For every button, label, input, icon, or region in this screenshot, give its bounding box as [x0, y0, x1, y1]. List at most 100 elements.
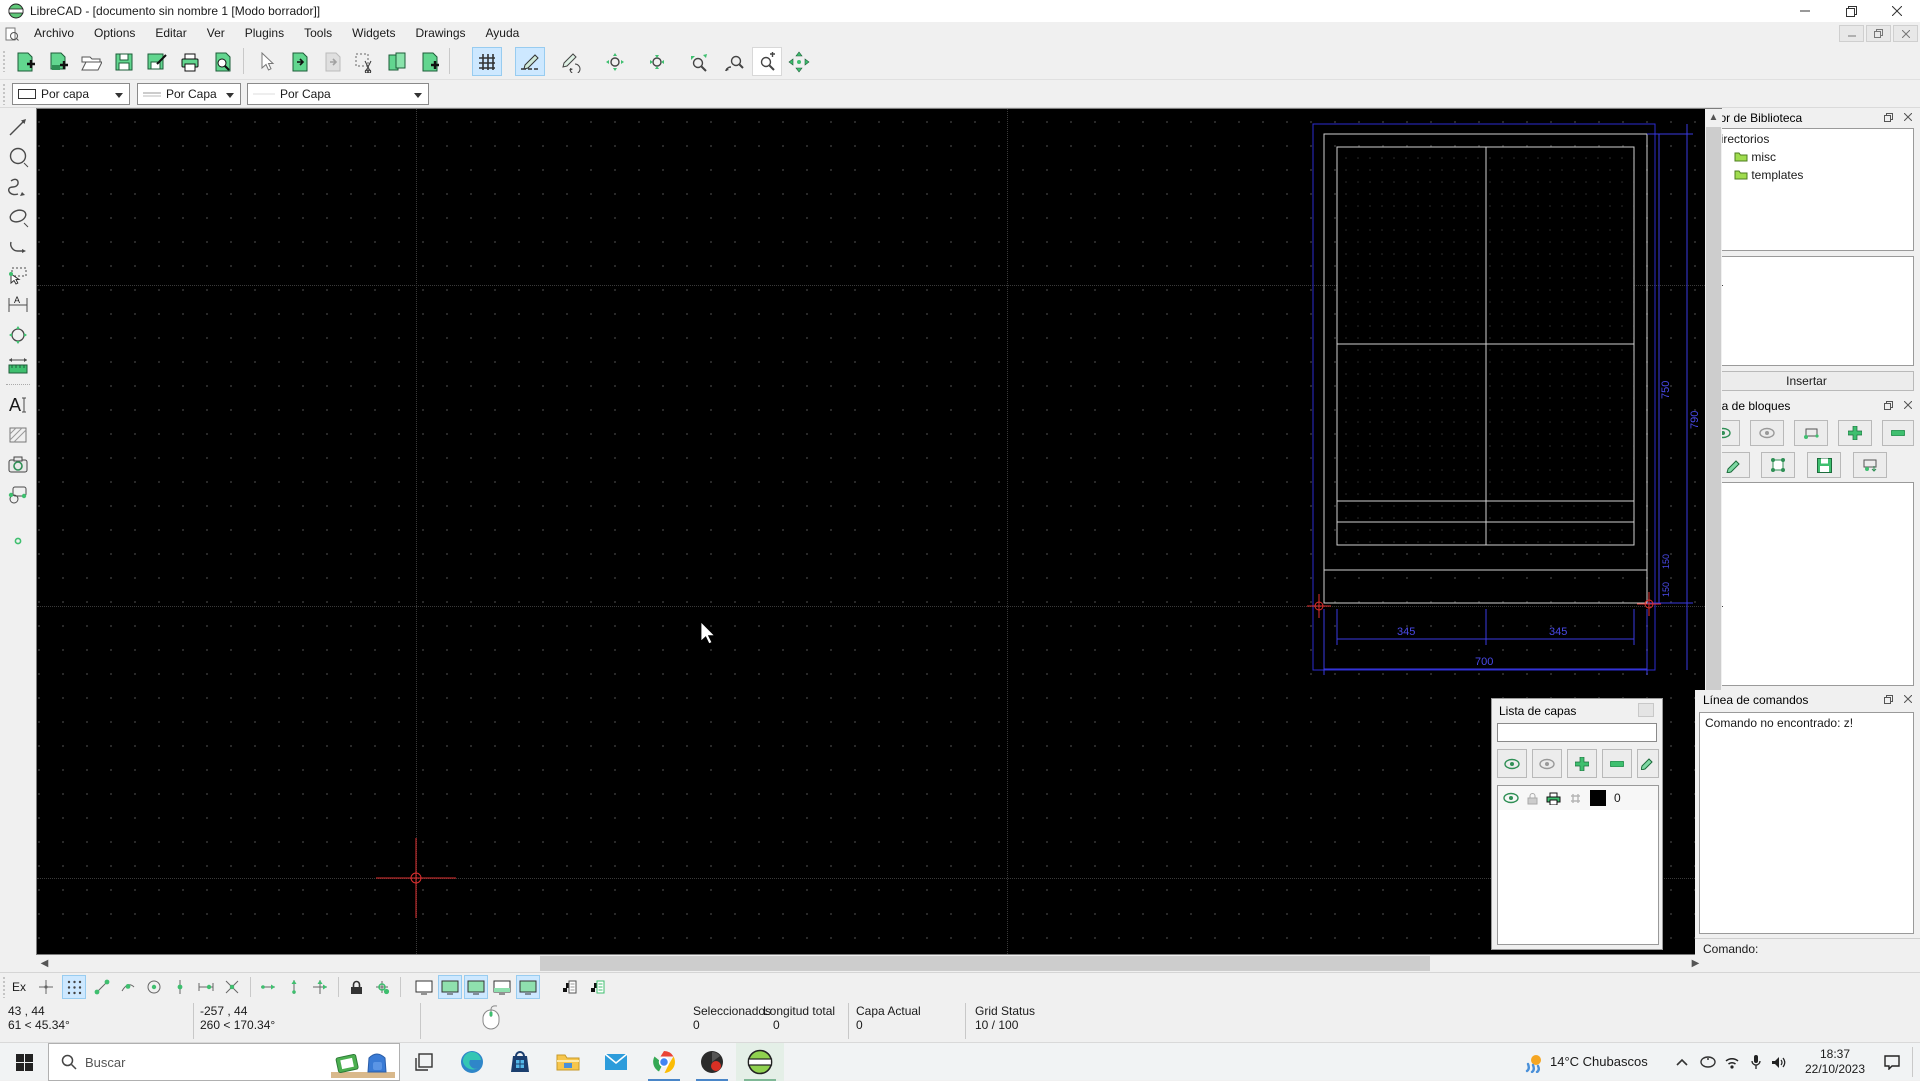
- minimize-button[interactable]: [1782, 0, 1828, 22]
- snap-endpoint-button[interactable]: [90, 975, 114, 999]
- layer-lock-icon[interactable]: [1527, 792, 1538, 805]
- block-rename-button[interactable]: [1882, 420, 1914, 446]
- block-close-button[interactable]: [1900, 398, 1916, 412]
- save-button[interactable]: [109, 47, 139, 76]
- print-preview-button[interactable]: [208, 47, 238, 76]
- tool-hatch-button[interactable]: [5, 422, 31, 448]
- layer-row[interactable]: 0: [1498, 786, 1658, 810]
- block-add-button[interactable]: [1794, 420, 1828, 446]
- menu-ver[interactable]: Ver: [197, 23, 235, 43]
- tray-microphone-icon[interactable]: [1746, 1052, 1766, 1072]
- duplicate-button[interactable]: [382, 47, 412, 76]
- toolbar-handle[interactable]: [2, 50, 6, 72]
- redraw-button[interactable]: [556, 47, 586, 76]
- library-insert-button[interactable]: Insertar: [1699, 371, 1914, 391]
- hscroll-thumb[interactable]: [540, 956, 1430, 971]
- restrict-horizontal-button[interactable]: [256, 975, 280, 999]
- menu-options[interactable]: Options: [84, 23, 145, 43]
- layer-print-icon[interactable]: [1546, 792, 1561, 805]
- toggle-dock-4-button[interactable]: [490, 975, 514, 999]
- zoom-window-button[interactable]: [752, 47, 782, 76]
- block-remove-button[interactable]: [1838, 420, 1872, 446]
- library-float-button[interactable]: [1880, 110, 1896, 124]
- block-insert-button[interactable]: [1853, 452, 1887, 478]
- insert-document-button[interactable]: [415, 47, 445, 76]
- menu-tools[interactable]: Tools: [294, 23, 342, 43]
- lock-relative-zero-button[interactable]: [344, 975, 368, 999]
- tray-chevron-icon[interactable]: [1672, 1052, 1692, 1072]
- tray-onedrive-icon[interactable]: [1698, 1052, 1718, 1072]
- remove-layer-button[interactable]: [1602, 749, 1632, 778]
- add-options-widget-button[interactable]: [584, 975, 608, 999]
- tool-line-button[interactable]: [5, 114, 31, 140]
- restrict-orthogonal-button[interactable]: [308, 975, 332, 999]
- block-list[interactable]: [1699, 482, 1914, 686]
- library-tree-item-misc[interactable]: misc: [1700, 146, 1913, 164]
- menu-editar[interactable]: Editar: [145, 23, 196, 43]
- tool-image-button[interactable]: [5, 452, 31, 478]
- library-tree[interactable]: directorios misc templates: [1699, 128, 1914, 251]
- search-box[interactable]: Buscar: [48, 1043, 400, 1081]
- restore-button[interactable]: [1828, 0, 1874, 22]
- command-history[interactable]: Comando no encontrado: z!: [1699, 712, 1914, 934]
- line-type-combobox[interactable]: Por Capa: [247, 83, 429, 105]
- snap-distance-button[interactable]: [194, 975, 218, 999]
- snap-exclusive-label[interactable]: Ex: [12, 980, 26, 994]
- snap-free-button[interactable]: [34, 975, 58, 999]
- taskbar-edge-button[interactable]: [448, 1043, 496, 1081]
- command-float-button[interactable]: [1880, 692, 1896, 706]
- search-highlight-graphic[interactable]: [331, 1048, 395, 1081]
- layers-show-all-button[interactable]: [1497, 749, 1527, 778]
- close-button[interactable]: [1874, 0, 1920, 22]
- pan-button[interactable]: [784, 47, 814, 76]
- snap-center-button[interactable]: [142, 975, 166, 999]
- new-from-template-button[interactable]: [43, 47, 73, 76]
- tool-circle-button[interactable]: [5, 144, 31, 170]
- print-button[interactable]: [175, 47, 205, 76]
- command-close-button[interactable]: [1900, 692, 1916, 706]
- tool-modify-button[interactable]: [5, 322, 31, 348]
- set-relative-zero-button[interactable]: [370, 975, 394, 999]
- color-combobox[interactable]: Por capa: [12, 83, 130, 105]
- save-as-button[interactable]: [142, 47, 172, 76]
- library-close-button[interactable]: [1900, 110, 1916, 124]
- tool-spline-button[interactable]: [5, 174, 31, 200]
- restrict-vertical-button[interactable]: [282, 975, 306, 999]
- pointer-button[interactable]: [252, 47, 282, 76]
- start-button[interactable]: [0, 1043, 48, 1081]
- zoom-out-button[interactable]: [642, 47, 672, 76]
- paste-button[interactable]: [318, 47, 348, 76]
- library-preview-list[interactable]: [1699, 256, 1914, 366]
- mdi-minimize-button[interactable]: [1839, 25, 1864, 42]
- taskbar-mail-button[interactable]: [592, 1043, 640, 1081]
- mdi-restore-button[interactable]: [1866, 25, 1891, 42]
- toolbar-handle[interactable]: [2, 976, 6, 998]
- tool-select-button[interactable]: [5, 262, 31, 288]
- menu-ayuda[interactable]: Ayuda: [476, 23, 530, 43]
- weather-text[interactable]: 14°C Chubascos: [1550, 1054, 1648, 1069]
- tray-volume-icon[interactable]: [1768, 1052, 1788, 1072]
- tool-measure-button[interactable]: [5, 352, 31, 378]
- draft-mode-toggle-button[interactable]: [515, 47, 545, 76]
- library-tree-item-templates[interactable]: templates: [1700, 164, 1913, 182]
- open-button[interactable]: [76, 47, 106, 76]
- block-save-button[interactable]: [1807, 452, 1841, 478]
- drawing-canvas[interactable]: 750 790 150 150 345 345 700 ▲ ▼: [36, 108, 1723, 956]
- grid-toggle-button[interactable]: [472, 47, 502, 76]
- tray-wifi-icon[interactable]: [1722, 1052, 1742, 1072]
- layer-construction-icon[interactable]: [1569, 792, 1582, 805]
- menu-drawings[interactable]: Drawings: [405, 23, 475, 43]
- line-width-combobox[interactable]: Por Capa: [137, 83, 241, 105]
- block-float-button[interactable]: [1880, 398, 1896, 412]
- toggle-dock-3-button[interactable]: [464, 975, 488, 999]
- layer-list[interactable]: 0: [1497, 785, 1659, 945]
- toolbar-handle[interactable]: [2, 83, 6, 105]
- scroll-up-icon[interactable]: ▲: [1705, 109, 1722, 126]
- tool-ellipse-button[interactable]: [5, 204, 31, 230]
- layer-panel-close-button[interactable]: [1638, 703, 1654, 717]
- add-layer-button[interactable]: [1567, 749, 1597, 778]
- library-tree-root[interactable]: directorios: [1700, 129, 1913, 146]
- clock[interactable]: 18:37 22/10/2023: [1798, 1047, 1872, 1077]
- tool-text-button[interactable]: A: [5, 392, 31, 418]
- notification-center-icon[interactable]: [1882, 1052, 1902, 1072]
